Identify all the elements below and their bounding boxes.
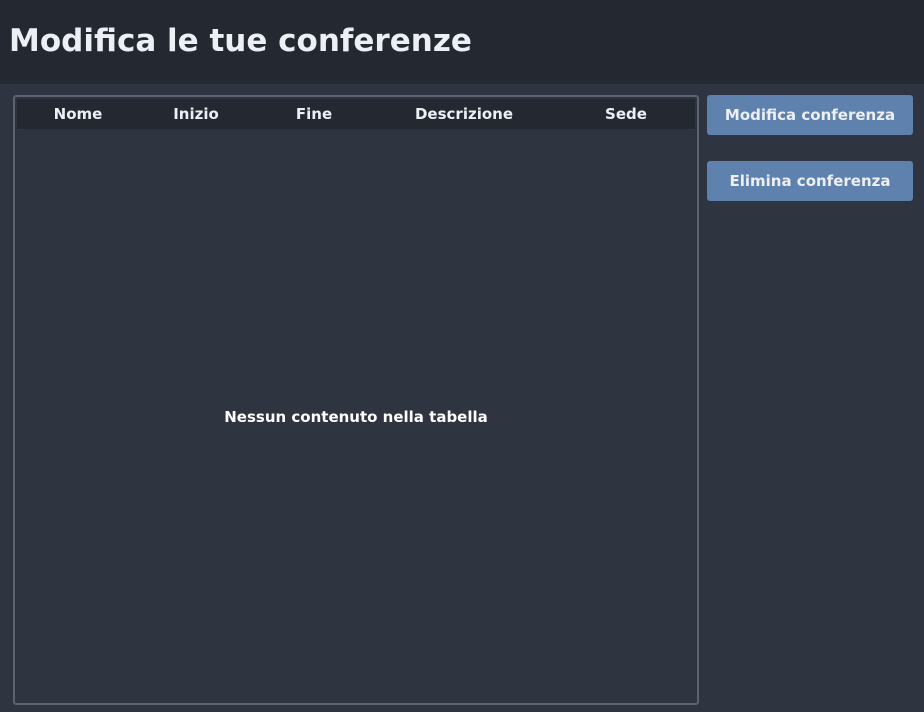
table-header-row: Nome Inizio Fine Descrizione Sede <box>17 99 695 129</box>
column-header-nome[interactable]: Nome <box>19 99 137 129</box>
column-header-descrizione[interactable]: Descrizione <box>373 99 555 129</box>
empty-table-placeholder: Nessun contenuto nella tabella <box>224 408 488 426</box>
conferences-table[interactable]: Nome Inizio Fine Descrizione Sede Nessun… <box>13 95 699 705</box>
header-bar: Modifica le tue conferenze <box>0 0 924 84</box>
delete-conference-button[interactable]: Elimina conferenza <box>707 161 913 201</box>
edit-conference-button[interactable]: Modifica conferenza <box>707 95 913 135</box>
column-header-sede[interactable]: Sede <box>555 99 697 129</box>
column-header-fine[interactable]: Fine <box>255 99 373 129</box>
column-header-inizio[interactable]: Inizio <box>137 99 255 129</box>
page-title: Modifica le tue conferenze <box>9 23 472 59</box>
